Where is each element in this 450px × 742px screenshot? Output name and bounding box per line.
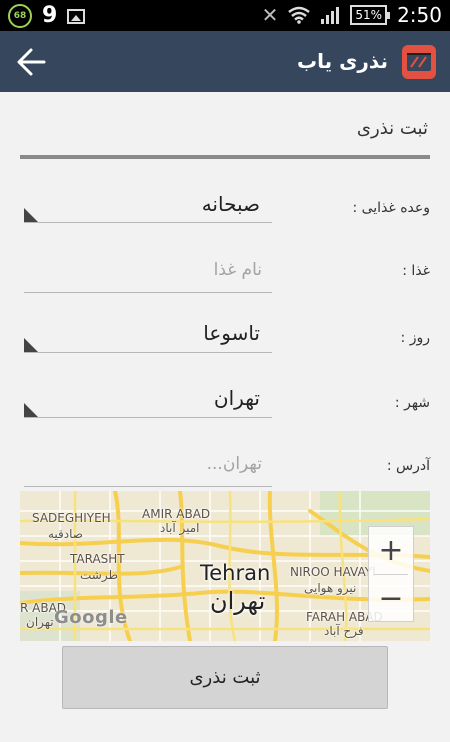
logo-pot-icon [407,53,431,71]
signal-icon [321,7,340,24]
notification-icon: 9 [42,3,58,28]
map-label-amir-abad-fa: امیر آباد [160,521,200,535]
battery-icon: 51% [350,5,390,25]
battery-ring-value: 68 [13,11,27,21]
app-bar: نذری یاب [0,31,450,92]
address-input[interactable] [32,454,262,474]
map-label-farah-abad-fa: فرح آباد [324,624,364,638]
status-right: ✕ 51% 2:50 [262,3,442,27]
battery-percent: 51% [355,8,383,22]
map-view[interactable]: SADEGHIYEH صادقیه AMIR ABAD امیر آباد TA… [20,491,430,641]
address-label: آدرس : [386,458,430,474]
status-bar: 68 9 ✕ 51% 2:50 [0,0,450,31]
battery-ring-icon: 68 [8,4,32,28]
google-attribution: Google [54,607,128,628]
map-city-label-fa: تهران [210,587,266,615]
map-label-niroo-havayi: NIROO HAVAYI [290,565,376,579]
day-spinner[interactable]: تاسوعا [24,319,272,353]
food-input-field[interactable] [24,256,272,293]
food-label: غذا : [402,263,430,279]
map-label-sadeghiyeh-fa: صادقیه [48,527,83,541]
address-input-field[interactable] [24,450,272,487]
zoom-controls: + − [368,526,414,622]
meal-spinner[interactable]: صبحانه [24,190,272,223]
map-label-amir-abad: AMIR ABAD [142,507,211,521]
zoom-in-button[interactable]: + [369,527,413,574]
dropdown-corner-icon [24,403,38,417]
day-value: تاسوعا [203,321,260,345]
day-label: روز : [400,330,430,346]
clock: 2:50 [397,3,442,27]
food-input[interactable] [32,260,262,280]
meal-value: صبحانه [201,192,260,216]
map-label-r-abad-fa: تهران [26,615,54,629]
dropdown-corner-icon [24,338,38,352]
image-icon [67,8,86,24]
city-label: شهر : [394,395,430,411]
map-label-tarasht: TARASHT [70,552,125,566]
app-logo-icon [402,45,436,79]
section-title: ثبت نذری [356,118,428,139]
map-city-label: Tehran [200,561,271,585]
map-label-sadeghiyeh: SADEGHIYEH [32,511,111,525]
back-arrow-icon [17,48,46,76]
mute-icon: ✕ [261,3,279,27]
map-label-niroo-havayi-fa: نیرو هوایی [304,581,357,595]
section-divider [20,155,430,159]
app-title: نذری یاب [297,49,388,73]
submit-button[interactable]: ثبت نذری [62,646,388,709]
dropdown-corner-icon [24,208,38,222]
map-label-tarasht-fa: طرشت [80,568,119,582]
city-value: تهران [213,386,260,410]
status-left: 68 9 [8,3,86,28]
city-spinner[interactable]: تهران [24,384,272,418]
zoom-out-button[interactable]: − [369,575,413,622]
wifi-icon [288,6,311,24]
back-button[interactable] [12,43,50,81]
meal-label: وعده غذایی : [352,200,430,216]
